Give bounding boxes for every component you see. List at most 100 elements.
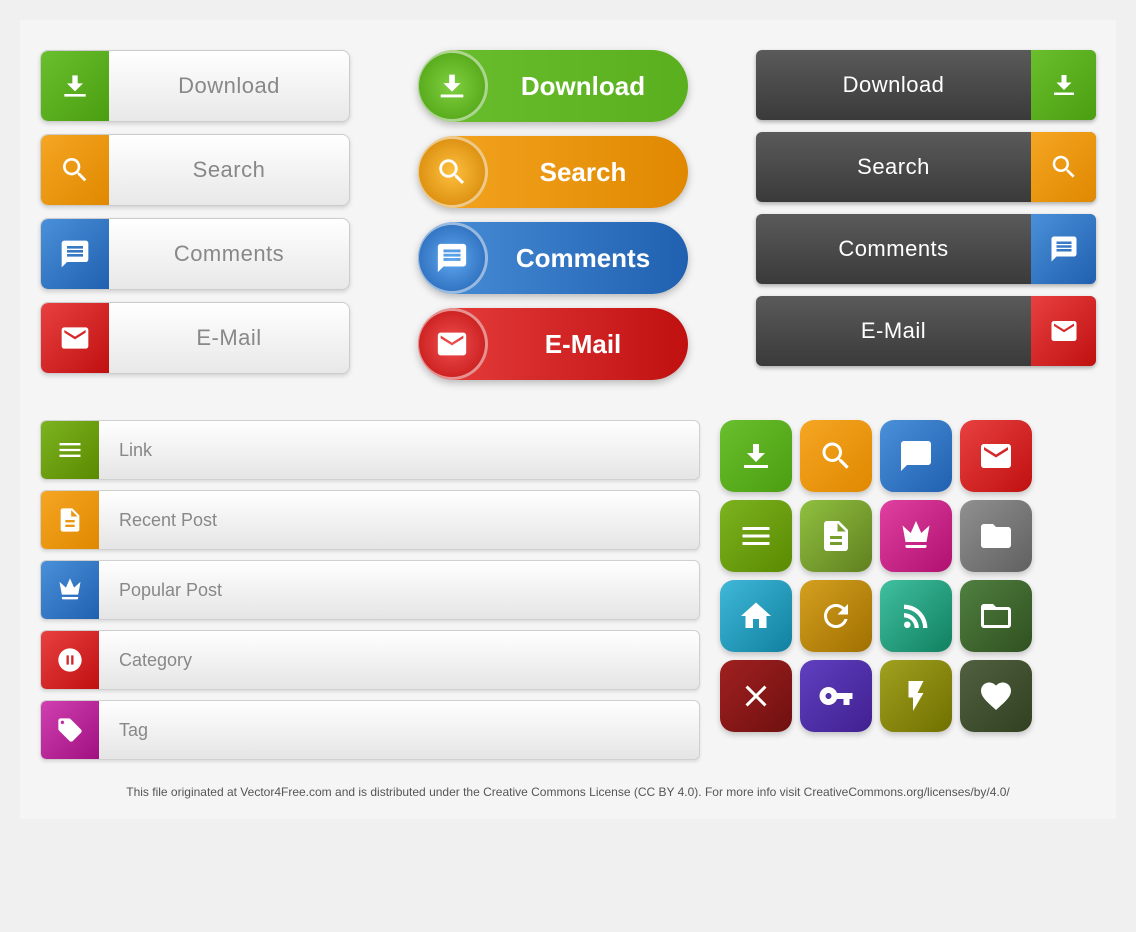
search-dark-icon-box — [1031, 132, 1096, 202]
comments-button-light[interactable]: Comments — [40, 218, 350, 290]
email-label-dark: E-Mail — [756, 318, 1031, 344]
email-pill-svg — [435, 327, 469, 361]
email-label-light: E-Mail — [109, 325, 349, 351]
comment-grid-icon — [898, 438, 934, 474]
main-container: Download Search Comments — [20, 20, 1116, 819]
comments-icon-box — [41, 219, 109, 289]
open-folder-grid-icon — [978, 598, 1014, 634]
comment-icon-btn[interactable] — [880, 420, 952, 492]
comments-button-pill[interactable]: Comments — [418, 222, 688, 294]
search-grid-icon — [818, 438, 854, 474]
category-icon-box — [41, 631, 99, 689]
key-icon-btn[interactable] — [800, 660, 872, 732]
recent-post-icon-box — [41, 491, 99, 549]
recent-post-button[interactable]: Recent Post — [40, 490, 700, 550]
flash-icon-btn[interactable] — [880, 660, 952, 732]
refresh-icon-btn[interactable] — [800, 580, 872, 652]
document-icon — [56, 506, 84, 534]
close-icon-btn[interactable] — [720, 660, 792, 732]
col-list: Link Recent Post Popular Post — [40, 420, 700, 760]
popular-post-icon-box — [41, 561, 99, 619]
search-icon-box — [41, 135, 109, 205]
crown-icon — [56, 576, 84, 604]
heart-icon-btn[interactable] — [960, 660, 1032, 732]
download-pill-icon — [418, 50, 488, 122]
home-grid-icon — [738, 598, 774, 634]
search-label-light: Search — [109, 157, 349, 183]
download-label-light: Download — [109, 73, 349, 99]
email-button-pill[interactable]: E-Mail — [418, 308, 688, 380]
search-icon-btn[interactable] — [800, 420, 872, 492]
comment-dark-icon — [1049, 234, 1079, 264]
download-icon — [59, 70, 91, 102]
col-colored: Download Search Comments — [413, 50, 693, 380]
link-icon-box — [41, 421, 99, 479]
popular-post-button[interactable]: Popular Post — [40, 560, 700, 620]
search-button-light[interactable]: Search — [40, 134, 350, 206]
download-label-dark: Download — [756, 72, 1031, 98]
download-button-dark[interactable]: Download — [756, 50, 1096, 120]
email-dark-icon — [1049, 316, 1079, 346]
tag-label: Tag — [99, 720, 699, 741]
open-folder-icon-btn[interactable] — [960, 580, 1032, 652]
recent-post-label: Recent Post — [99, 510, 699, 531]
key-grid-icon — [818, 678, 854, 714]
home-icon-btn[interactable] — [720, 580, 792, 652]
document-icon-btn[interactable] — [800, 500, 872, 572]
search-label-dark: Search — [756, 154, 1031, 180]
comments-pill-icon — [418, 222, 488, 294]
icon-grid — [720, 420, 1096, 760]
comments-label-dark: Comments — [756, 236, 1031, 262]
download-button-light[interactable]: Download — [40, 50, 350, 122]
comments-button-dark[interactable]: Comments — [756, 214, 1096, 284]
download-pill-svg — [435, 69, 469, 103]
crown-icon-btn[interactable] — [880, 500, 952, 572]
tag-button[interactable]: Tag — [40, 700, 700, 760]
col-light: Download Search Comments — [40, 50, 350, 380]
email-label-pill: E-Mail — [488, 329, 688, 360]
download-icon-box — [41, 51, 109, 121]
refresh-grid-icon — [818, 598, 854, 634]
rss-icon-btn[interactable] — [880, 580, 952, 652]
search-pill-icon — [418, 136, 488, 208]
email-dark-icon-box — [1031, 296, 1096, 366]
comment-icon — [59, 238, 91, 270]
email-icon-box — [41, 303, 109, 373]
email-button-light[interactable]: E-Mail — [40, 302, 350, 374]
download-icon-btn[interactable] — [720, 420, 792, 492]
menu-grid-icon — [738, 518, 774, 554]
category-button[interactable]: Category — [40, 630, 700, 690]
download-button-pill[interactable]: Download — [418, 50, 688, 122]
category-label: Category — [99, 650, 699, 671]
menu-icon — [56, 436, 84, 464]
folder-grid-icon — [978, 518, 1014, 554]
search-label-pill: Search — [488, 157, 688, 188]
search-dark-icon — [1049, 152, 1079, 182]
search-pill-svg — [435, 155, 469, 189]
menu-icon-btn[interactable] — [720, 500, 792, 572]
footer-text: This file originated at Vector4Free.com … — [126, 785, 1010, 799]
heart-grid-icon — [978, 678, 1014, 714]
col-dark: Download Search Comments — [756, 50, 1096, 380]
email-icon — [59, 322, 91, 354]
tag-icon-box — [41, 701, 99, 759]
link-button[interactable]: Link — [40, 420, 700, 480]
comments-label-pill: Comments — [488, 243, 688, 274]
email-icon-btn[interactable] — [960, 420, 1032, 492]
search-button-dark[interactable]: Search — [756, 132, 1096, 202]
email-grid-icon — [978, 438, 1014, 474]
flash-grid-icon — [898, 678, 934, 714]
close-grid-icon — [738, 678, 774, 714]
document-grid-icon — [818, 518, 854, 554]
top-section: Download Search Comments — [40, 50, 1096, 380]
comment-pill-svg — [435, 241, 469, 275]
folder-icon-btn[interactable] — [960, 500, 1032, 572]
download-dark-icon — [1049, 70, 1079, 100]
download-grid-icon — [738, 438, 774, 474]
search-button-pill[interactable]: Search — [418, 136, 688, 208]
email-button-dark[interactable]: E-Mail — [756, 296, 1096, 366]
crown-grid-icon — [898, 518, 934, 554]
download-label-pill: Download — [488, 71, 688, 102]
footer: This file originated at Vector4Free.com … — [40, 785, 1096, 799]
search-icon — [59, 154, 91, 186]
